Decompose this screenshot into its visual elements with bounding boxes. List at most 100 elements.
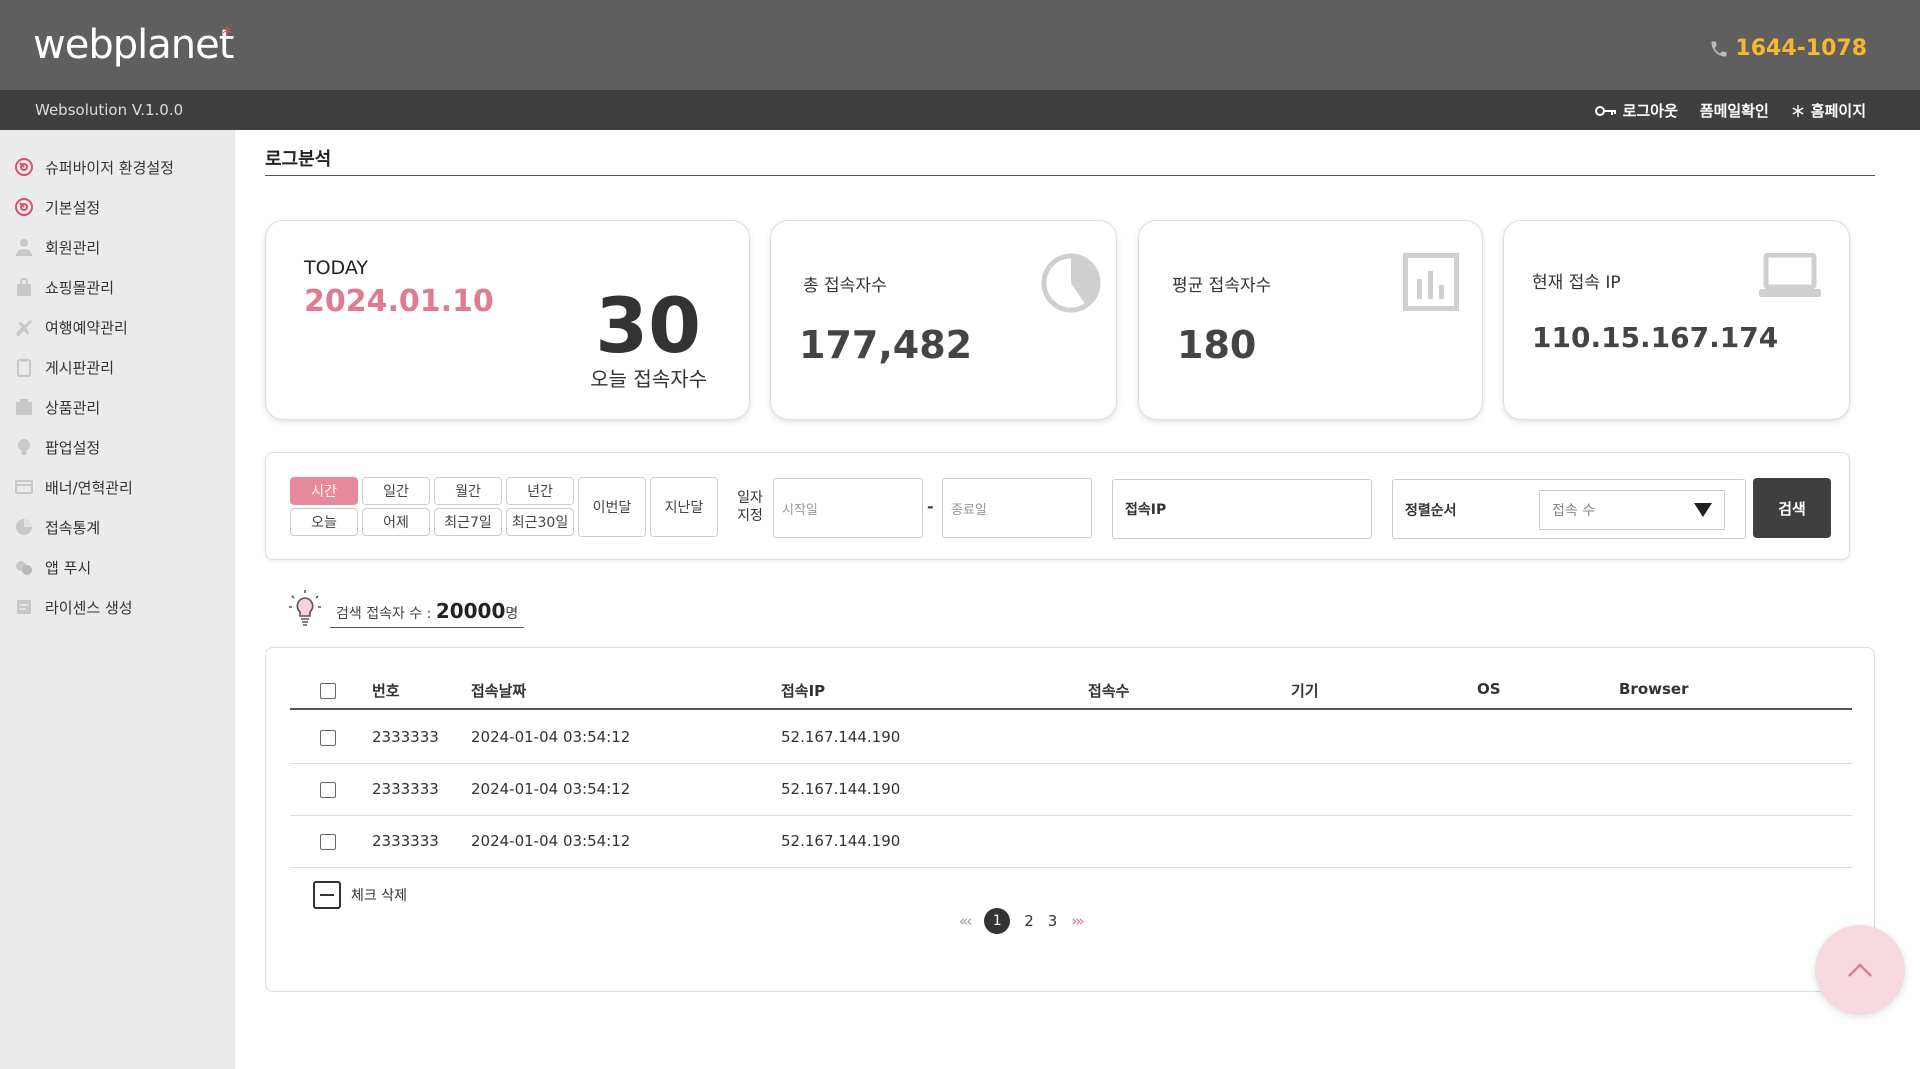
sidebar-item-license[interactable]: 라이센스 생성: [0, 587, 235, 627]
version-label: Websolution V.1.0.0: [35, 101, 184, 119]
shopping-bag-icon: [14, 277, 34, 297]
delete-checked-label: 체크 삭제: [351, 888, 407, 904]
page-3-button[interactable]: 3: [1048, 912, 1058, 930]
airplane-icon: [14, 317, 34, 337]
sidebar-item-label: 게시판관리: [45, 358, 115, 377]
today-label: TODAY: [304, 257, 368, 279]
period-year-button[interactable]: 년간: [506, 477, 574, 505]
dropdown-arrow-icon: [1694, 503, 1712, 517]
lightbulb-icon: [14, 437, 34, 457]
column-header: 번호: [372, 682, 400, 700]
sub-header: Websolution V.1.0.0 로그아웃 폼메일확인 홈페이지: [0, 90, 1920, 130]
search-button[interactable]: 검색: [1753, 478, 1831, 538]
sidebar-item-label: 배너/연혁관리: [45, 478, 133, 497]
sidebar-item-basic-settings[interactable]: 기본설정: [0, 187, 235, 227]
sidebar-item-label: 접속통계: [45, 518, 101, 537]
current-ip-label: 현재 접속 IP: [1532, 273, 1621, 293]
row-checkbox[interactable]: [320, 782, 336, 798]
cell-date: 2024-01-04 03:54:12: [471, 728, 631, 746]
column-header: OS: [1477, 680, 1501, 698]
cell-ip: 52.167.144.190: [781, 728, 901, 746]
end-date-input[interactable]: 종료일: [942, 478, 1092, 538]
search-panel: 시간 일간 월간 년간 오늘 어제 최근7일 최근30일 이번달 지난달 일자 …: [265, 452, 1850, 560]
sidebar-item-supervisor[interactable]: 슈퍼바이저 환경설정: [0, 147, 235, 187]
sidebar-item-app-push[interactable]: 앱 푸시: [0, 547, 235, 587]
sidebar-item-label: 쇼핑몰관리: [45, 278, 115, 297]
today-count: 30: [595, 281, 701, 370]
current-ip-card: 현재 접속 IP 110.15.167.174: [1503, 220, 1850, 420]
log-table: 번호 접속날짜 접속IP 접속수 기기 OS Browser 2333333 2…: [265, 647, 1875, 992]
scroll-top-button[interactable]: [1815, 925, 1905, 1015]
today-count-label: 오늘 접속자수: [590, 367, 707, 391]
key-icon: [1594, 105, 1616, 116]
period-30days-button[interactable]: 최근30일: [506, 508, 574, 536]
average-visitors-value: 180: [1177, 323, 1257, 367]
logo-mark: *: [222, 22, 232, 46]
phone-text: 1644-1078: [1735, 36, 1867, 61]
column-header: 접속IP: [781, 682, 826, 700]
asterisk-icon: [1792, 104, 1804, 117]
period-day-button[interactable]: 일간: [362, 477, 430, 505]
sidebar-item-label: 상품관리: [45, 398, 101, 417]
page-2-button[interactable]: 2: [1024, 912, 1034, 930]
sidebar-item-label: 슈퍼바이저 환경설정: [45, 158, 174, 177]
start-date-input[interactable]: 시작일: [773, 478, 923, 538]
sidebar-item-shopping[interactable]: 쇼핑몰관리: [0, 267, 235, 307]
pagination: «‹ 1 2 3 ›»: [959, 908, 1085, 934]
select-all-checkbox[interactable]: [320, 683, 336, 699]
date-range-label: 일자 지정: [737, 490, 763, 524]
cell-ip: 52.167.144.190: [781, 780, 901, 798]
period-today-button[interactable]: 오늘: [290, 508, 358, 536]
row-checkbox[interactable]: [320, 834, 336, 850]
column-header: Browser: [1619, 680, 1689, 698]
phone-number: 1644-1078: [1709, 36, 1867, 61]
table-row: 2333333 2024-01-04 03:54:12 52.167.144.1…: [290, 712, 1852, 764]
sidebar-item-popup[interactable]: 팝업설정: [0, 427, 235, 467]
clipboard-icon: [14, 357, 34, 377]
result-unit: 명: [505, 606, 519, 622]
today-card: TODAY 2024.01.10 30 오늘 접속자수: [265, 220, 750, 420]
this-month-button[interactable]: 이번달: [578, 477, 646, 537]
result-count: 검색 접속자 수 : 20000명: [288, 588, 525, 628]
result-count-text: 검색 접속자 수 : 20000명: [330, 599, 525, 628]
period-month-button[interactable]: 월간: [434, 477, 502, 505]
ip-search-input[interactable]: 접속IP: [1112, 479, 1372, 539]
first-page-button[interactable]: «‹: [959, 912, 972, 930]
column-header: 기기: [1291, 682, 1319, 700]
sidebar-item-products[interactable]: 상품관리: [0, 387, 235, 427]
sidebar-item-banner[interactable]: 배너/연혁관리: [0, 467, 235, 507]
sidebar-item-label: 앱 푸시: [45, 558, 92, 577]
period-yesterday-button[interactable]: 어제: [362, 508, 430, 536]
period-hour-button[interactable]: 시간: [290, 477, 358, 505]
sort-order-select[interactable]: 접속 수: [1539, 490, 1725, 530]
sidebar-item-label: 기본설정: [45, 198, 101, 217]
last-month-button[interactable]: 지난달: [650, 477, 718, 537]
sidebar-item-label: 여행예약관리: [45, 318, 128, 337]
result-prefix: 검색 접속자 수 :: [336, 606, 436, 622]
homepage-link[interactable]: 홈페이지: [1791, 100, 1866, 121]
row-checkbox[interactable]: [320, 730, 336, 746]
page-1-button[interactable]: 1: [984, 908, 1011, 934]
delete-checked-button[interactable]: 체크 삭제: [313, 881, 407, 909]
sidebar-item-stats[interactable]: 접속통계: [0, 507, 235, 547]
period-7days-button[interactable]: 최근7일: [434, 508, 502, 536]
logout-link[interactable]: 로그아웃: [1594, 100, 1678, 121]
table-header: 번호 접속날짜 접속IP 접속수 기기 OS Browser: [290, 672, 1852, 710]
homepage-label: 홈페이지: [1810, 102, 1866, 120]
sidebar-item-members[interactable]: 회원관리: [0, 227, 235, 267]
table-row: 2333333 2024-01-04 03:54:12 52.167.144.1…: [290, 764, 1852, 816]
cell-no: 2333333: [372, 728, 439, 746]
total-visitors-card: 총 접속자수 177,482: [770, 220, 1117, 420]
sidebar-item-travel[interactable]: 여행예약관리: [0, 307, 235, 347]
bar-chart-icon: [1403, 253, 1459, 311]
formmail-label: 폼메일확인: [1699, 102, 1769, 120]
chevron-up-icon: [1848, 963, 1872, 977]
top-nav: 로그아웃 폼메일확인 홈페이지: [1594, 100, 1866, 121]
sidebar-item-board[interactable]: 게시판관리: [0, 347, 235, 387]
last-page-button[interactable]: ›»: [1071, 912, 1084, 930]
formmail-link[interactable]: 폼메일확인: [1700, 100, 1769, 121]
sort-order-label: 정렬순서: [1405, 503, 1457, 519]
average-visitors-card: 평균 접속자수 180: [1138, 220, 1483, 420]
logo[interactable]: webplanet: [33, 22, 234, 68]
column-header: 접속수: [1088, 682, 1130, 700]
